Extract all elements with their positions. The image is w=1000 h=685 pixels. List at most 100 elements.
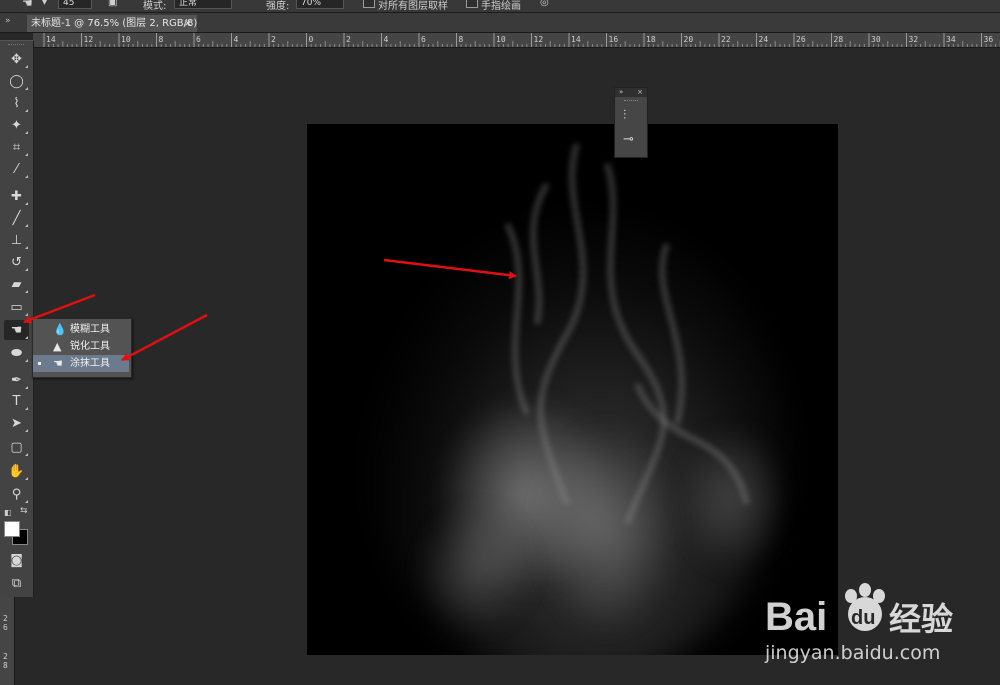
finger-painting-label: 手指绘画: [481, 1, 521, 12]
collapse-panel-icon[interactable]: »: [5, 16, 11, 26]
flyout-item[interactable]: 💧 模糊工具: [33, 321, 129, 338]
horizontal-ruler[interactable]: 14 12 10 8 6 4 2 0 2 4 6 8 10 12 14 16 18 20 22 24 26 28 30 32 3…: [33, 33, 1000, 48]
smudge-finger-icon[interactable]: ☚: [22, 0, 33, 10]
eraser-tool[interactable]: ▰: [4, 274, 29, 294]
document-tab-bar: » 未标题-1 @ 76.5% (图层 2, RGB/8) * ×: [0, 13, 1000, 33]
clone-stamp-tool[interactable]: ⊥: [4, 230, 29, 250]
flyout-item[interactable]: ▲ 锐化工具: [33, 338, 129, 355]
ruler-h-label: 4: [384, 35, 389, 44]
submenu-triangle-icon: [25, 429, 28, 432]
quick-mask-icon: ◙: [10, 552, 23, 568]
brand-latin-1: Bai: [765, 595, 827, 639]
healing-brush-tool[interactable]: ✚: [4, 186, 29, 206]
blur-drop-icon: 💧: [53, 323, 67, 336]
vertical-ruler[interactable]: 2 6 2 8: [0, 596, 15, 685]
submenu-triangle-icon: [25, 153, 28, 156]
pressure-icon[interactable]: ◎: [540, 0, 549, 8]
submenu-triangle-icon: [25, 131, 28, 134]
move-tool[interactable]: ✥: [4, 49, 29, 69]
eraser-icon: ▰: [11, 276, 22, 292]
brush-panel-icon[interactable]: ▣: [108, 0, 117, 8]
magic-wand-tool[interactable]: ✦: [4, 115, 29, 135]
screen-mode-button[interactable]: ⧉: [4, 573, 29, 593]
gradient-tool[interactable]: ▭: [4, 297, 29, 317]
submenu-triangle-icon: [25, 202, 28, 205]
ruler-h-label: 32: [909, 35, 919, 44]
ruler-v-label: 2: [3, 652, 8, 661]
mode-label: 模式:: [143, 1, 167, 12]
close-icon[interactable]: ×: [184, 15, 192, 32]
quick-mask-button[interactable]: ◙: [4, 550, 29, 570]
brush-settings-icon[interactable]: ⊸: [623, 132, 634, 147]
brand-cn: 经验: [889, 600, 953, 638]
toolbox-grip[interactable]: [8, 44, 24, 47]
submenu-triangle-icon: [25, 336, 28, 339]
ruler-h-label: 30: [871, 35, 881, 44]
sample-all-layers-checkbox[interactable]: [363, 0, 375, 8]
swap-colors-icon[interactable]: ⇆: [20, 506, 28, 516]
ruler-h-label: 6: [421, 35, 426, 44]
panel-grip[interactable]: [624, 100, 638, 103]
watermark-url: jingyan.baidu.com: [765, 642, 941, 664]
brush-presets-icon[interactable]: ⫶: [623, 108, 626, 123]
ruler-h-label: 16: [609, 35, 619, 44]
foreground-color-swatch[interactable]: [4, 521, 20, 537]
crop-tool[interactable]: ⌗: [4, 137, 29, 157]
collapse-panel-icon[interactable]: »: [619, 88, 623, 97]
ruler-v-label: 2: [3, 614, 8, 623]
brush-size-field[interactable]: 45: [58, 0, 92, 9]
default-colors-icon[interactable]: ◧: [4, 508, 12, 517]
hand-icon: ✋: [8, 463, 25, 479]
shape-tool[interactable]: ▢: [4, 437, 29, 457]
close-icon[interactable]: ×: [637, 88, 643, 97]
ruler-v-label: 6: [3, 623, 8, 632]
mini-panel-header[interactable]: » ×: [615, 88, 647, 97]
smoke-wisps: [504, 143, 750, 526]
hand-tool[interactable]: ✋: [4, 461, 29, 481]
brush-tool[interactable]: ╱: [4, 208, 29, 228]
dodge-tool[interactable]: ⬬: [4, 343, 29, 363]
type-tool[interactable]: T: [4, 391, 29, 411]
submenu-triangle-icon: [25, 313, 28, 316]
document-tab[interactable]: 未标题-1 @ 76.5% (图层 2, RGB/8) * ×: [27, 15, 197, 32]
strength-field[interactable]: 70%: [296, 0, 344, 9]
smudge-tool[interactable]: ☚: [4, 320, 29, 340]
ruler-h-label: 34: [946, 35, 956, 44]
submenu-triangle-icon: [25, 290, 28, 293]
eyedropper-icon: ⁄: [15, 161, 18, 177]
tool-flyout-menu: 💧 模糊工具 ▲ 锐化工具 ☚ 涂抹工具: [32, 318, 132, 378]
dodge-icon: ⬬: [10, 345, 23, 361]
history-brush-tool[interactable]: ↺: [4, 252, 29, 272]
submenu-triangle-icon: [25, 175, 28, 178]
chevron-down-icon[interactable]: ▾: [42, 0, 47, 8]
submenu-triangle-icon: [25, 477, 28, 480]
toolbox: ✥ ◯ ⌇ ✦ ⌗ ⁄ ✚ ╱ ⊥ ↺ ▰ ▭ ☚ ⬬ ✒ T ➤ ▢ ✋ ⚲ ◧ ⇆ ◙ ⧉: [0, 40, 34, 597]
ruler-h-label: 36: [984, 35, 994, 44]
submenu-triangle-icon: [25, 407, 28, 410]
selected-indicator: [38, 362, 41, 365]
strength-value: 70%: [301, 0, 322, 8]
path-selection-tool[interactable]: ➤: [4, 413, 29, 433]
polygon-lasso-icon: ⌇: [13, 95, 20, 111]
ruler-h-label: 20: [684, 35, 694, 44]
type-icon: T: [12, 393, 21, 409]
flyout-item[interactable]: ☚ 涂抹工具: [33, 355, 129, 372]
ruler-h-label: 2: [346, 35, 351, 44]
marquee-tool[interactable]: ◯: [4, 71, 29, 91]
submenu-triangle-icon: [25, 453, 28, 456]
document-canvas[interactable]: [307, 124, 838, 655]
submenu-triangle-icon: [25, 268, 28, 271]
mode-select[interactable]: 正常: [174, 0, 232, 9]
submenu-triangle-icon: [25, 386, 28, 389]
zoom-tool[interactable]: ⚲: [4, 484, 29, 504]
finger-painting-checkbox[interactable]: [466, 0, 478, 8]
pen-tool[interactable]: ✒: [4, 370, 29, 390]
submenu-triangle-icon: [25, 65, 28, 68]
eyedropper-tool[interactable]: ⁄: [4, 159, 29, 179]
crop-icon: ⌗: [12, 139, 21, 155]
rounded-rect-icon: ▢: [10, 439, 23, 455]
lasso-tool[interactable]: ⌇: [4, 93, 29, 113]
submenu-triangle-icon: [25, 224, 28, 227]
ruler-h-label: 24: [759, 35, 769, 44]
strength-label: 强度:: [266, 1, 290, 12]
